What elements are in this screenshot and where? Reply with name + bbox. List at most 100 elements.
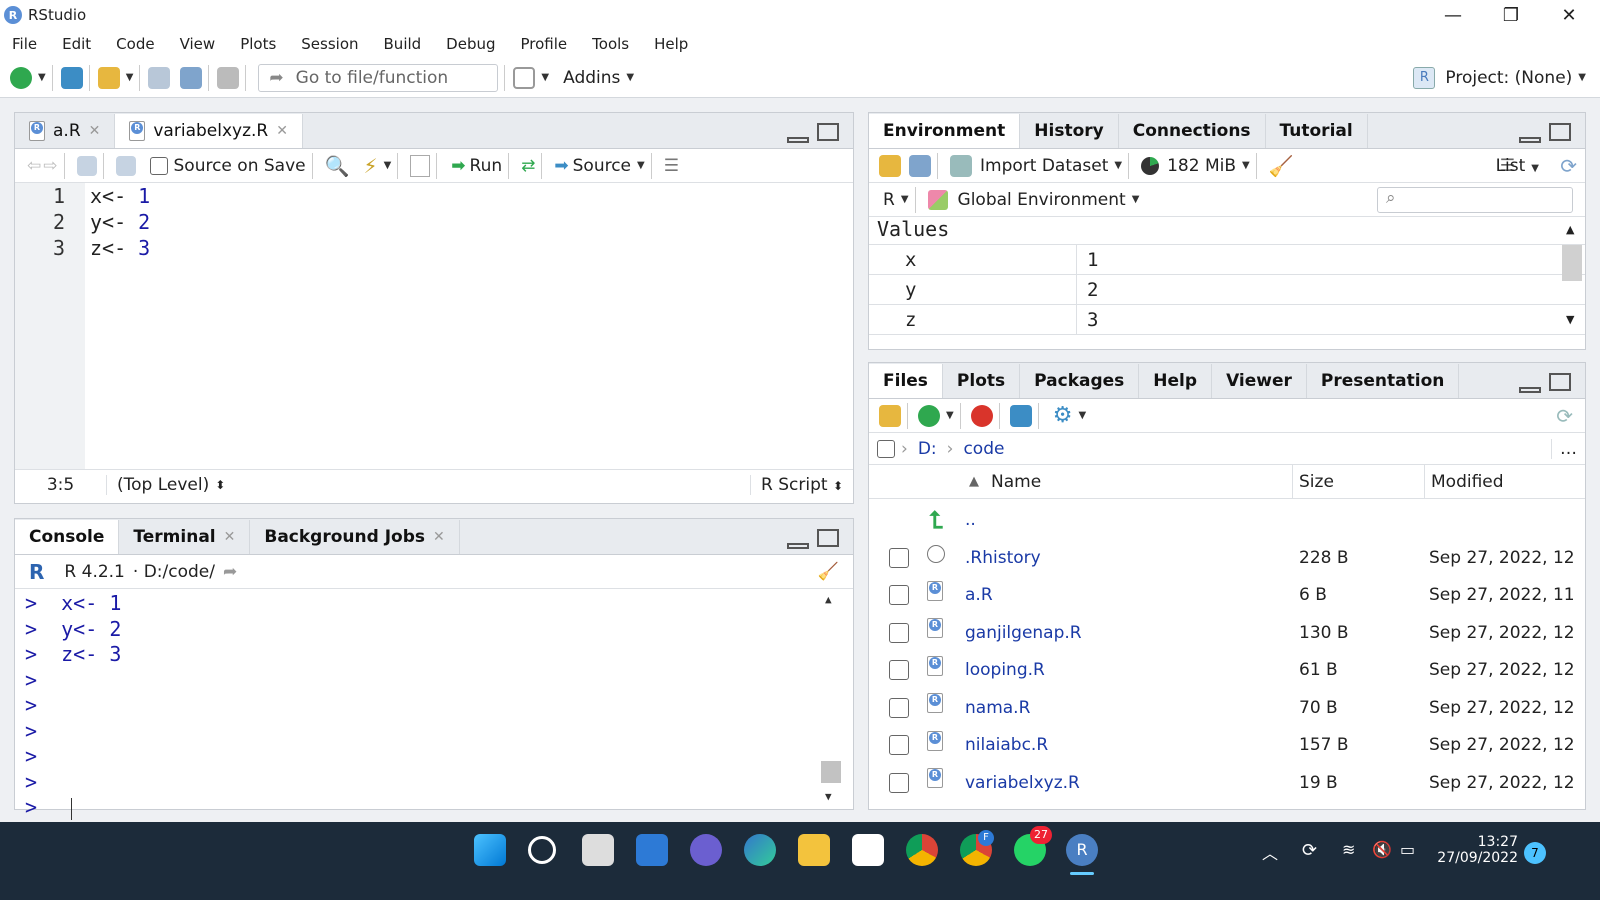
magic-wand-icon[interactable]: ⚡ <box>364 154 378 178</box>
chevron-down-icon[interactable]: ▼ <box>637 160 645 171</box>
forward-icon[interactable]: ⇨ <box>43 156 57 176</box>
clear-console-icon[interactable]: 🧹 <box>818 562 839 582</box>
tab-environment[interactable]: Environment <box>869 114 1021 148</box>
tab-viewer[interactable]: Viewer <box>1212 364 1307 398</box>
file-name-link[interactable]: .Rhistory <box>965 548 1041 568</box>
scroll-down-icon[interactable]: ▼ <box>1566 313 1574 326</box>
chrome-icon[interactable] <box>906 834 938 866</box>
file-type-selector[interactable]: R Script ⬍ <box>750 474 843 495</box>
minimize-icon[interactable]: — <box>1424 0 1482 30</box>
tab-help[interactable]: Help <box>1139 364 1213 398</box>
menu-code[interactable]: Code <box>116 35 154 53</box>
tab-plots[interactable]: Plots <box>943 364 1021 398</box>
menu-file[interactable]: File <box>12 35 37 53</box>
close-tab-icon[interactable]: ✕ <box>276 123 288 139</box>
scroll-down-icon[interactable]: ▼ <box>825 790 832 803</box>
file-checkbox[interactable] <box>889 697 909 718</box>
save-workspace-icon[interactable] <box>909 154 931 177</box>
battery-icon[interactable]: ▭ <box>1400 840 1415 859</box>
rename-icon[interactable] <box>1009 404 1032 427</box>
close-icon[interactable]: ✕ <box>1540 0 1598 30</box>
back-icon[interactable]: ⇦ <box>27 156 41 176</box>
clock[interactable]: 13:27 27/09/2022 <box>1436 834 1518 866</box>
tab-connections[interactable]: Connections <box>1119 114 1266 148</box>
gear-icon[interactable]: ⚙ <box>1053 403 1073 428</box>
rerun-icon[interactable]: ⇄ <box>521 156 535 176</box>
search-icon[interactable] <box>528 836 556 864</box>
tab-console[interactable]: Console <box>15 520 120 554</box>
file-name-link[interactable]: looping.R <box>965 660 1045 680</box>
outline-icon[interactable]: ☰ <box>664 156 679 176</box>
chevron-down-icon[interactable]: ▼ <box>1242 160 1250 171</box>
scope-selector[interactable]: (Top Level) <box>117 475 209 495</box>
new-folder-icon[interactable] <box>879 404 901 427</box>
tab-history[interactable]: History <box>1020 114 1119 148</box>
breadcrumb-dir[interactable]: code <box>963 439 1004 459</box>
run-button[interactable]: Run <box>470 156 503 176</box>
environment-row[interactable]: y2 <box>869 274 1585 305</box>
column-modified[interactable]: Modified <box>1424 464 1504 499</box>
save-icon[interactable] <box>115 155 136 176</box>
chevron-down-icon[interactable]: ▼ <box>38 72 46 83</box>
tab-packages[interactable]: Packages <box>1020 364 1140 398</box>
console-scrollbar[interactable]: ▲ ▼ <box>821 589 841 807</box>
scroll-thumb[interactable] <box>821 761 841 783</box>
compile-report-icon[interactable] <box>410 154 431 177</box>
import-dataset-button[interactable]: Import Dataset <box>980 156 1108 176</box>
close-tab-icon[interactable]: ✕ <box>89 123 101 139</box>
addins-menu[interactable]: Addins <box>563 68 620 88</box>
minimize-pane-icon[interactable] <box>1519 387 1541 393</box>
memory-usage[interactable]: 182 MiB <box>1167 156 1236 176</box>
tab-background-jobs[interactable]: Background Jobs ✕ <box>250 520 460 554</box>
view-mode-selector[interactable]: List ▼ <box>1496 156 1539 176</box>
file-name-link[interactable]: a.R <box>965 585 993 605</box>
tab-variabelxyz-r[interactable]: variabelxyz.R ✕ <box>115 114 303 148</box>
file-row[interactable]: .Rhistory 228 B Sep 27, 2022, 12 <box>869 539 1575 576</box>
file-checkbox[interactable] <box>889 772 909 793</box>
chevron-down-icon[interactable]: ▼ <box>1132 194 1140 205</box>
source-on-save-checkbox[interactable] <box>149 156 168 175</box>
menu-help[interactable]: Help <box>654 35 688 53</box>
rstudio-taskbar-icon[interactable]: R <box>1066 834 1098 866</box>
parent-directory-link[interactable]: .. <box>965 510 976 530</box>
sync-icon[interactable]: ⟳ <box>1302 840 1317 861</box>
restore-icon[interactable]: ❐ <box>1482 0 1540 30</box>
print-icon[interactable] <box>217 66 240 89</box>
show-in-window-icon[interactable] <box>76 155 97 176</box>
maximize-pane-icon[interactable] <box>1549 373 1571 391</box>
save-icon[interactable] <box>148 66 171 89</box>
store-icon[interactable] <box>852 834 884 866</box>
minimize-pane-icon[interactable] <box>787 137 809 143</box>
minimize-pane-icon[interactable] <box>1519 137 1541 143</box>
file-row[interactable]: ganjilgenap.R 130 B Sep 27, 2022, 12 <box>869 614 1575 651</box>
chevron-down-icon[interactable]: ▼ <box>901 194 909 205</box>
tab-terminal[interactable]: Terminal ✕ <box>119 520 251 554</box>
refresh-icon[interactable]: ⟳ <box>1556 404 1573 428</box>
more-options-icon[interactable]: … <box>1551 438 1585 459</box>
load-workspace-icon[interactable] <box>879 154 901 177</box>
chevron-down-icon[interactable]: ▼ <box>946 410 954 421</box>
new-blank-file-icon[interactable] <box>918 404 940 427</box>
task-view-icon[interactable] <box>582 834 614 866</box>
go-to-directory-icon[interactable]: ➦ <box>223 562 237 582</box>
close-tab-icon[interactable]: ✕ <box>224 529 236 545</box>
open-file-icon[interactable] <box>97 66 120 89</box>
new-file-icon[interactable] <box>10 66 32 89</box>
speaker-muted-icon[interactable]: 🔇 <box>1372 840 1392 859</box>
chevron-down-icon[interactable]: ▼ <box>384 160 392 171</box>
environment-scope-selector[interactable]: Global Environment <box>958 190 1126 210</box>
file-row[interactable]: looping.R 61 B Sep 27, 2022, 12 <box>869 652 1575 689</box>
environment-row[interactable]: z3 <box>869 304 1585 335</box>
show-hidden-icons-icon[interactable]: ︿ <box>1262 840 1278 864</box>
menu-build[interactable]: Build <box>384 35 422 53</box>
menu-session[interactable]: Session <box>301 35 358 53</box>
menu-debug[interactable]: Debug <box>446 35 495 53</box>
tab-tutorial[interactable]: Tutorial <box>1266 114 1368 148</box>
parent-directory-row[interactable]: ⮤.. <box>869 501 1573 538</box>
clear-workspace-icon[interactable]: 🧹 <box>1269 154 1294 178</box>
environment-scrollbar[interactable]: ▲ ▼ <box>1561 217 1583 337</box>
environment-search-input[interactable]: ⌕ <box>1377 186 1573 213</box>
search-icon[interactable]: 🔍 <box>325 154 350 178</box>
tab-a-r[interactable]: a.R ✕ <box>15 114 116 148</box>
save-all-icon[interactable] <box>180 66 203 89</box>
